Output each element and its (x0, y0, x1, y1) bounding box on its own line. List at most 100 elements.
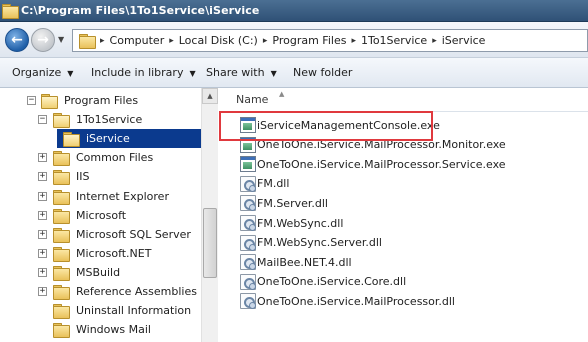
chevron-right-icon[interactable]: ▸ (263, 36, 268, 46)
expand-icon[interactable]: + (38, 267, 47, 277)
folder-icon (79, 34, 96, 49)
folder-icon (63, 132, 80, 148)
tree-item-label: Microsoft SQL Server (76, 227, 191, 241)
file-item[interactable]: FM.dll (219, 174, 588, 194)
folder-icon (53, 208, 70, 224)
tree-item[interactable]: + Microsoft SQL Server (0, 225, 200, 244)
file-name: FM.dll (257, 177, 290, 191)
tree-item-label: Common Files (76, 151, 154, 165)
file-item[interactable]: OneToOne.iService.Core.dll (219, 272, 588, 292)
back-arrow-icon[interactable]: ← (5, 28, 29, 52)
include-in-library-button[interactable]: Include in library ▼ (91, 66, 196, 79)
organize-button[interactable]: Organize ▼ (12, 66, 73, 79)
folder-icon (53, 189, 70, 205)
tree-item[interactable]: + Microsoft (0, 206, 200, 225)
tree-item-label: Reference Assemblies (76, 285, 197, 298)
column-header-label: Name (236, 93, 269, 106)
chevron-right-icon[interactable]: ▸ (351, 36, 356, 46)
tree-item-label: Microsoft.NET (76, 246, 152, 260)
tree-item[interactable]: − 1To1Service (0, 110, 200, 129)
navigation-bar: ← → ▼ ▸ Computer ▸ Local Disk (C:) ▸ Program … (0, 22, 588, 58)
collapse-icon[interactable]: − (38, 115, 47, 125)
collapse-icon[interactable]: − (27, 96, 36, 105)
share-with-label: Share with (206, 66, 265, 79)
file-item[interactable]: FM.Server.dll (219, 193, 588, 213)
tree-item[interactable]: + Internet Explorer (0, 187, 200, 206)
include-in-library-label: Include in library (91, 66, 184, 79)
expand-icon[interactable]: + (38, 153, 47, 163)
tree-item-label: Microsoft (76, 208, 127, 222)
expand-icon[interactable]: + (38, 210, 47, 220)
organize-label: Organize (12, 66, 62, 79)
sort-arrow-icon: ▲ (279, 90, 285, 98)
tree-item-label: IIS (76, 170, 90, 184)
breadcrumb-item[interactable]: iService (442, 34, 486, 47)
chevron-right-icon[interactable]: ▸ (100, 36, 105, 46)
file-item[interactable]: OneToOne.iService.MailProcessor.dll (219, 291, 588, 311)
tree-item[interactable]: Uninstall Information (0, 301, 200, 320)
address-bar[interactable]: ▸ Computer ▸ Local Disk (C:) ▸ Program Files ▸… (72, 29, 588, 52)
file-name: FM.Server.dll (257, 196, 328, 210)
tree-item[interactable]: + IIS (0, 167, 200, 186)
tree-item[interactable]: + Reference Assemblies (0, 282, 200, 301)
file-name: OneToOne.iService.MailProcessor.dll (257, 294, 455, 308)
navigation-pane: − Program Files − 1To1Service iService + Commo… (0, 88, 218, 342)
tree-item-label: Uninstall Information (76, 304, 192, 318)
breadcrumb-item[interactable]: 1To1Service (361, 34, 427, 47)
folder-icon (53, 170, 70, 186)
dll-file-icon (240, 273, 256, 290)
forward-arrow-icon[interactable]: → (31, 28, 55, 52)
tree-item[interactable]: + Common Files (0, 148, 200, 167)
tree-item[interactable]: iService (57, 129, 201, 149)
window-title: C:\Program Files\1To1Service\iService (21, 4, 260, 17)
new-folder-button[interactable]: New folder (293, 66, 352, 79)
column-header-name[interactable]: ▲ Name (219, 88, 588, 112)
chevron-down-icon[interactable]: ▼ (58, 35, 64, 44)
dll-file-icon (240, 195, 256, 212)
file-item[interactable]: FM.WebSync.dll (219, 213, 588, 233)
folder-icon (2, 4, 19, 19)
scrollbar-thumb[interactable] (203, 208, 217, 278)
tree-item-label: Windows Mail (76, 323, 151, 337)
chevron-right-icon[interactable]: ▸ (432, 36, 437, 46)
tree-item[interactable]: − Program Files (0, 91, 200, 110)
file-name: OneToOne.iService.MailProcessor.Service.… (257, 157, 506, 171)
folder-icon (53, 246, 70, 262)
tree-item[interactable]: + MSBuild (0, 263, 200, 282)
expand-icon[interactable]: + (38, 287, 47, 296)
expand-icon[interactable]: + (38, 248, 47, 258)
folder-icon (53, 113, 70, 129)
file-name: FM.WebSync.Server.dll (257, 236, 382, 250)
file-item[interactable]: OneToOne.iService.MailProcessor.Service.… (219, 154, 588, 174)
chevron-down-icon: ▼ (67, 69, 74, 78)
breadcrumb-item[interactable]: Computer (110, 34, 165, 47)
title-bar: C:\Program Files\1To1Service\iService (0, 0, 588, 22)
dll-file-icon (240, 293, 256, 310)
tree-item[interactable]: Windows Mail (0, 320, 200, 339)
expand-icon[interactable]: + (38, 172, 47, 182)
folder-icon (53, 323, 70, 339)
share-with-button[interactable]: Share with ▼ (206, 66, 277, 79)
chevron-down-icon: ▼ (189, 69, 196, 78)
file-name: MailBee.NET.4.dll (257, 255, 352, 269)
folder-icon (53, 227, 70, 243)
tree-item-label: iService (86, 132, 130, 146)
expand-icon[interactable]: + (38, 229, 47, 239)
chevron-down-icon: ▼ (270, 69, 277, 78)
folder-icon (41, 94, 58, 109)
breadcrumb: ▸ Computer ▸ Local Disk (C:) ▸ Program Files ▸… (95, 34, 485, 47)
highlight-annotation (219, 111, 433, 141)
expand-icon[interactable]: + (38, 191, 47, 201)
tree-item-label: 1To1Service (76, 113, 143, 127)
tree-item-label: Program Files (64, 94, 139, 107)
breadcrumb-item[interactable]: Local Disk (C:) (179, 34, 258, 47)
command-toolbar: Organize ▼ Include in library ▼ Share with… (0, 58, 588, 88)
scroll-up-icon[interactable]: ▲ (202, 88, 218, 104)
breadcrumb-item[interactable]: Program Files (272, 34, 346, 47)
file-item[interactable]: FM.WebSync.Server.dll (219, 233, 588, 253)
file-item[interactable]: MailBee.NET.4.dll (219, 252, 588, 272)
tree-item[interactable]: + Microsoft.NET (0, 244, 200, 263)
chevron-right-icon[interactable]: ▸ (169, 36, 174, 46)
scrollbar[interactable]: ▲ (201, 88, 218, 342)
tree-item-label: MSBuild (76, 265, 121, 279)
